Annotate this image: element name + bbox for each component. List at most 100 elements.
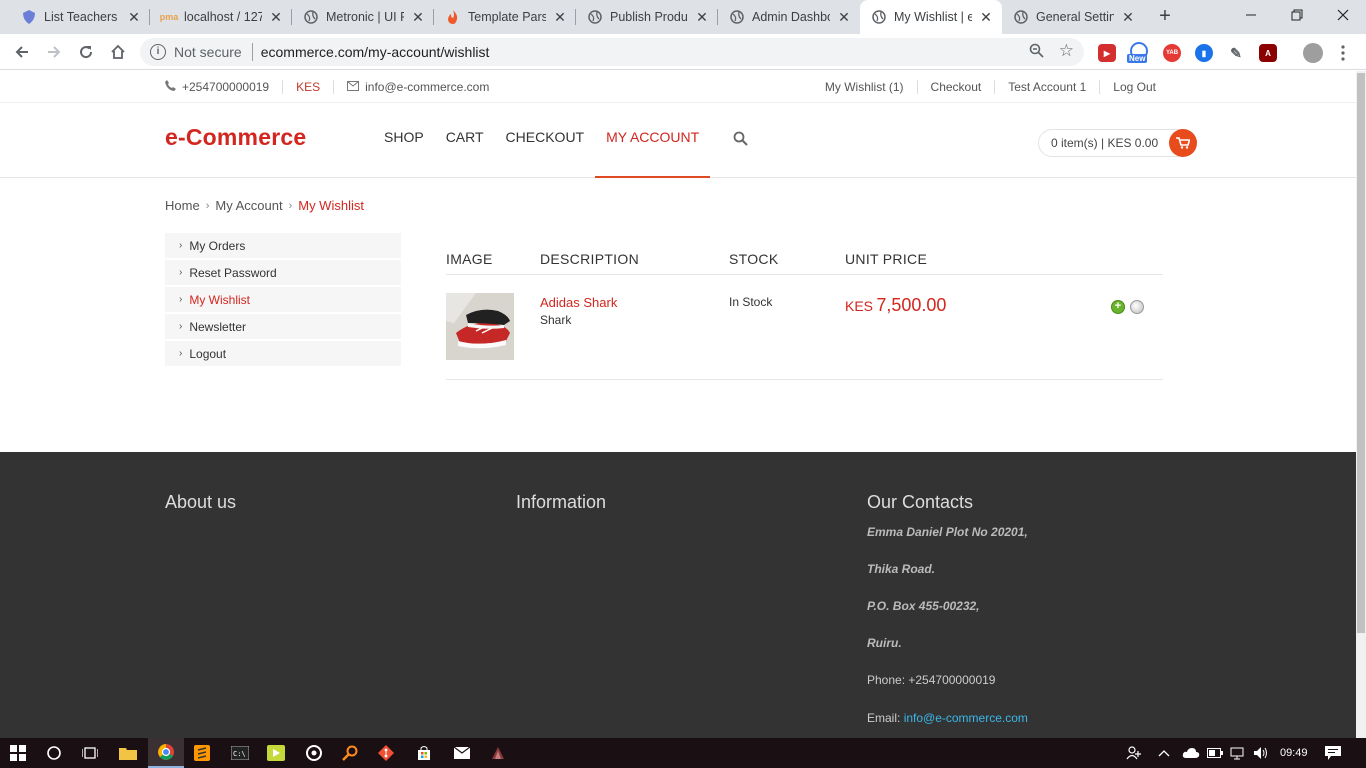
- yab-extension-icon[interactable]: YAB: [1163, 44, 1181, 62]
- search-app-icon[interactable]: [332, 738, 368, 768]
- extension-icon[interactable]: ▮: [1195, 44, 1213, 62]
- stock-status: In Stock: [729, 295, 773, 309]
- url-text[interactable]: ecommerce.com/my-account/wishlist: [261, 44, 490, 60]
- site-logo[interactable]: e-Commerce: [165, 124, 306, 151]
- media-player-icon[interactable]: [258, 738, 294, 768]
- remove-item-icon[interactable]: [1130, 300, 1144, 314]
- browser-tab-active[interactable]: My Wishlist | e ✕: [860, 0, 1002, 34]
- forward-arrow-icon[interactable]: [42, 40, 66, 64]
- bookmark-star-icon[interactable]: ☆: [1059, 41, 1074, 61]
- close-icon[interactable]: ✕: [978, 9, 994, 26]
- search-icon[interactable]: [733, 131, 749, 147]
- notification-icon[interactable]: [1325, 738, 1341, 768]
- checkout-link[interactable]: Checkout: [931, 80, 982, 94]
- git-icon[interactable]: [368, 738, 404, 768]
- browser-tab[interactable]: General Setting ✕: [1002, 0, 1144, 34]
- wishlist-table: IMAGE DESCRIPTION STOCK UNIT PRICE Adida…: [446, 243, 1163, 380]
- people-icon[interactable]: [1126, 738, 1142, 768]
- browser-tab[interactable]: Template Parse ✕: [434, 0, 576, 34]
- nav-cart[interactable]: CART: [435, 104, 495, 178]
- browser-tab[interactable]: Admin Dashbo ✕: [718, 0, 860, 34]
- search-icon[interactable]: [36, 738, 72, 768]
- terminal-icon[interactable]: C:\: [222, 738, 258, 768]
- cart-icon[interactable]: [1169, 129, 1198, 157]
- contact-email[interactable]: info@e-commerce.com: [347, 80, 489, 94]
- scrollbar-thumb[interactable]: [1357, 73, 1365, 633]
- address-bar[interactable]: i Not secure ecommerce.com/my-account/wi…: [140, 38, 1084, 66]
- tab-title: My Wishlist | e: [894, 10, 972, 24]
- globe-icon: [730, 10, 744, 24]
- close-icon[interactable]: ✕: [268, 9, 284, 26]
- browser-tab[interactable]: Publish Produc ✕: [576, 0, 718, 34]
- clock[interactable]: 09:49: [1280, 738, 1308, 768]
- pdf-icon[interactable]: A: [1259, 44, 1277, 62]
- sidebar-item-my-wishlist[interactable]: › My Wishlist: [165, 287, 401, 312]
- sidebar-item-reset-password[interactable]: › Reset Password: [165, 260, 401, 285]
- chevron-up-icon[interactable]: [1158, 738, 1170, 768]
- menu-icon[interactable]: [1341, 45, 1345, 61]
- store-icon[interactable]: [406, 738, 442, 768]
- cloud-icon[interactable]: [1182, 738, 1200, 768]
- sidebar-item-my-orders[interactable]: › My Orders: [165, 233, 401, 258]
- info-icon[interactable]: i: [150, 44, 166, 60]
- nav-shop[interactable]: SHOP: [373, 104, 435, 178]
- minimize-button[interactable]: [1228, 0, 1274, 30]
- reload-icon[interactable]: [74, 40, 98, 64]
- unit-price: KES 7,500.00: [845, 295, 946, 316]
- close-icon[interactable]: ✕: [552, 9, 568, 26]
- close-icon[interactable]: ✕: [836, 9, 852, 26]
- file-explorer-icon[interactable]: [110, 738, 146, 768]
- tab-title: General Setting: [1036, 10, 1114, 24]
- close-icon[interactable]: ✕: [410, 9, 426, 26]
- close-icon[interactable]: ✕: [126, 9, 142, 26]
- nav-checkout[interactable]: CHECKOUT: [495, 104, 596, 178]
- breadcrumb-account[interactable]: My Account: [215, 198, 282, 213]
- globe-icon: [872, 10, 886, 24]
- currency-selector[interactable]: KES: [296, 80, 320, 94]
- footer-email-link[interactable]: info@e-commerce.com: [904, 711, 1028, 725]
- sidebar-item-newsletter[interactable]: › Newsletter: [165, 314, 401, 339]
- close-window-button[interactable]: [1320, 0, 1366, 30]
- wishlist-link[interactable]: My Wishlist (1): [825, 80, 904, 94]
- add-to-cart-icon[interactable]: +: [1111, 300, 1125, 314]
- product-image[interactable]: [446, 293, 514, 360]
- restore-button[interactable]: [1274, 0, 1320, 30]
- divider: [333, 80, 335, 94]
- app-icon[interactable]: [480, 738, 516, 768]
- app-circle-icon[interactable]: [296, 738, 332, 768]
- browser-tab[interactable]: pma localhost / 127 ✕: [150, 0, 292, 34]
- globe-icon: [588, 10, 602, 24]
- browser-tab[interactable]: Metronic | UI F ✕: [292, 0, 434, 34]
- product-name-link[interactable]: Adidas Shark: [540, 295, 617, 310]
- mini-cart[interactable]: 0 item(s) | KES 0.00: [1038, 129, 1198, 157]
- battery-icon[interactable]: [1207, 738, 1223, 768]
- eyedropper-icon[interactable]: ✎: [1227, 44, 1245, 62]
- windows-start-icon[interactable]: [0, 738, 36, 768]
- breadcrumb-home[interactable]: Home: [165, 198, 200, 213]
- new-tab-button[interactable]: +: [1154, 6, 1176, 28]
- table-header: IMAGE DESCRIPTION STOCK UNIT PRICE: [446, 243, 1163, 275]
- logout-link[interactable]: Log Out: [1113, 80, 1156, 94]
- zoom-icon[interactable]: [1029, 43, 1044, 62]
- account-link[interactable]: Test Account 1: [1008, 80, 1086, 94]
- extension-icon[interactable]: ▶: [1098, 44, 1116, 62]
- mail-icon[interactable]: [444, 738, 480, 768]
- volume-icon[interactable]: [1253, 738, 1269, 768]
- close-icon[interactable]: ✕: [694, 9, 710, 26]
- task-view-icon[interactable]: [72, 738, 108, 768]
- svg-text:C:\: C:\: [233, 750, 246, 758]
- back-arrow-icon[interactable]: [10, 40, 34, 64]
- address-line: Thika Road.: [867, 562, 936, 576]
- close-icon[interactable]: ✕: [1120, 9, 1136, 26]
- phpmyadmin-icon: pma: [159, 12, 179, 22]
- avatar[interactable]: [1303, 43, 1323, 63]
- home-icon[interactable]: [106, 40, 130, 64]
- divider: [994, 80, 996, 94]
- browser-tab[interactable]: List Teachers | ✕: [0, 0, 150, 34]
- network-icon[interactable]: [1230, 738, 1246, 768]
- sublime-icon[interactable]: [184, 738, 220, 768]
- page-scrollbar[interactable]: [1356, 71, 1366, 738]
- sidebar-item-logout[interactable]: › Logout: [165, 341, 401, 366]
- chrome-icon[interactable]: [148, 738, 184, 768]
- nav-my-account[interactable]: MY ACCOUNT: [595, 104, 711, 178]
